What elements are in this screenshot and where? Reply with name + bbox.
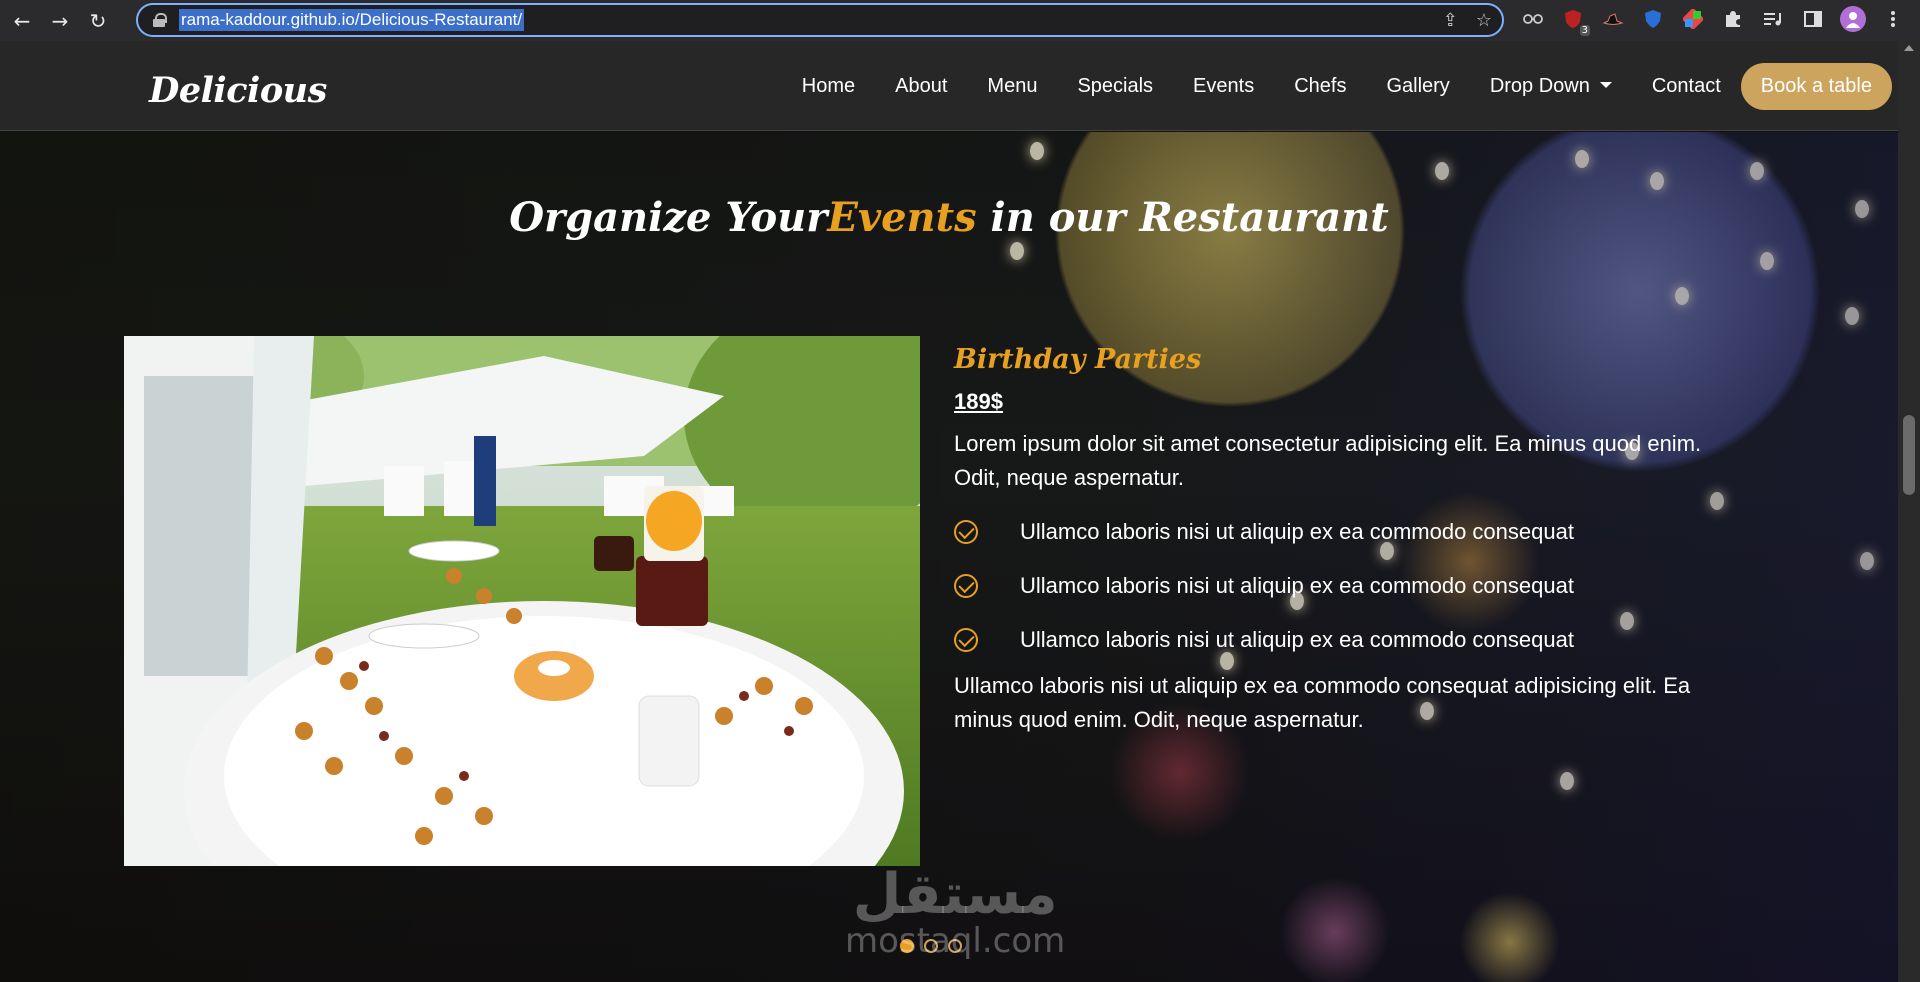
url-text[interactable]: rama-kaddour.github.io/Delicious-Restaur… <box>179 9 525 31</box>
watermark: مستقل mostaql.com <box>845 862 1065 961</box>
shield-icon[interactable] <box>1640 6 1666 32</box>
page-scrollbar[interactable] <box>1898 41 1920 982</box>
hat-extension-icon[interactable] <box>1600 6 1626 32</box>
extension-badge: 3 <box>1579 25 1590 36</box>
share-icon[interactable]: ⇪ <box>1443 10 1458 31</box>
nav-menu[interactable]: Menu <box>987 75 1037 98</box>
feature-item: Ullamco laboris nisi ut aliquip ex ea co… <box>954 559 1734 613</box>
watermark-arabic: مستقل <box>852 862 1058 927</box>
feature-list: Ullamco laboris nisi ut aliquip ex ea co… <box>954 505 1734 667</box>
feature-text: Ullamco laboris nisi ut aliquip ex ea co… <box>1020 573 1574 598</box>
scroll-up-arrow-icon[interactable] <box>1904 45 1914 51</box>
scrollbar-thumb[interactable] <box>1903 415 1915 495</box>
site-header: Delicious Home About Menu Specials Event… <box>0 41 1898 131</box>
nav-gallery[interactable]: Gallery <box>1386 75 1449 98</box>
check-circle-icon <box>954 574 978 598</box>
nav-specials[interactable]: Specials <box>1077 75 1153 98</box>
profile-avatar[interactable] <box>1840 6 1866 32</box>
browser-toolbar: ← → ↻ rama-kaddour.github.io/Delicious-R… <box>0 0 1920 41</box>
section-title: Organize YourEvents in our Restaurant <box>0 194 1898 241</box>
forward-button[interactable]: → <box>44 5 76 37</box>
forward-arrow-icon: → <box>51 8 69 33</box>
browser-menu-icon[interactable] <box>1880 6 1906 32</box>
event-price: 189$ <box>954 389 1003 414</box>
site-logo[interactable]: Delicious <box>149 70 327 111</box>
nav-contact[interactable]: Contact <box>1652 75 1721 98</box>
section-title-accent: Events <box>827 194 977 241</box>
event-description: Lorem ipsum dolor sit amet consectetur a… <box>954 431 1702 490</box>
event-name: Birthday Parties <box>954 344 1202 375</box>
back-arrow-icon: ← <box>13 8 31 33</box>
check-circle-icon <box>954 628 978 652</box>
media-queue-icon[interactable] <box>1760 6 1786 32</box>
nav-home[interactable]: Home <box>802 75 855 98</box>
birthday-party-image <box>124 336 920 866</box>
caret-down-icon <box>1599 82 1612 88</box>
nav-dropdown[interactable]: Drop Down <box>1490 75 1612 98</box>
reload-icon: ↻ <box>89 8 107 33</box>
lock-icon[interactable] <box>153 13 167 27</box>
event-note: Ullamco laboris nisi ut aliquip ex ea co… <box>954 673 1691 732</box>
nav-dropdown-label: Drop Down <box>1489 75 1590 97</box>
bookmark-star-icon[interactable]: ☆ <box>1476 10 1492 31</box>
nav-about[interactable]: About <box>895 75 947 98</box>
ublock-extension-icon[interactable]: 3 <box>1560 6 1590 36</box>
event-details: Birthday Parties 189$ Lorem ipsum dolor … <box>954 344 1734 737</box>
section-title-prefix: Organize Your <box>509 194 828 241</box>
reload-button[interactable]: ↻ <box>82 5 114 37</box>
feature-item: Ullamco laboris nisi ut aliquip ex ea co… <box>954 505 1734 559</box>
feature-text: Ullamco laboris nisi ut aliquip ex ea co… <box>1020 627 1574 652</box>
main-navigation: Home About Menu Specials Events Chefs Ga… <box>762 63 1898 110</box>
section-title-suffix: in our Restaurant <box>976 194 1389 241</box>
events-section: Organize YourEvents in our Restaurant Bi… <box>0 132 1898 982</box>
watermark-latin: mostaql.com <box>845 921 1066 961</box>
nav-events[interactable]: Events <box>1193 75 1254 98</box>
puzzle-extensions-icon[interactable] <box>1720 6 1746 32</box>
address-bar[interactable]: rama-kaddour.github.io/Delicious-Restaur… <box>136 3 1504 37</box>
back-button[interactable]: ← <box>6 5 38 37</box>
book-table-button[interactable]: Book a table <box>1740 63 1892 110</box>
check-circle-icon <box>954 520 978 544</box>
nav-chefs[interactable]: Chefs <box>1294 75 1346 98</box>
feature-text: Ullamco laboris nisi ut aliquip ex ea co… <box>1020 519 1574 544</box>
reading-glasses-icon[interactable] <box>1520 6 1546 32</box>
side-panel-icon[interactable] <box>1800 6 1826 32</box>
color-picker-icon[interactable] <box>1680 6 1706 32</box>
feature-item: Ullamco laboris nisi ut aliquip ex ea co… <box>954 613 1734 667</box>
